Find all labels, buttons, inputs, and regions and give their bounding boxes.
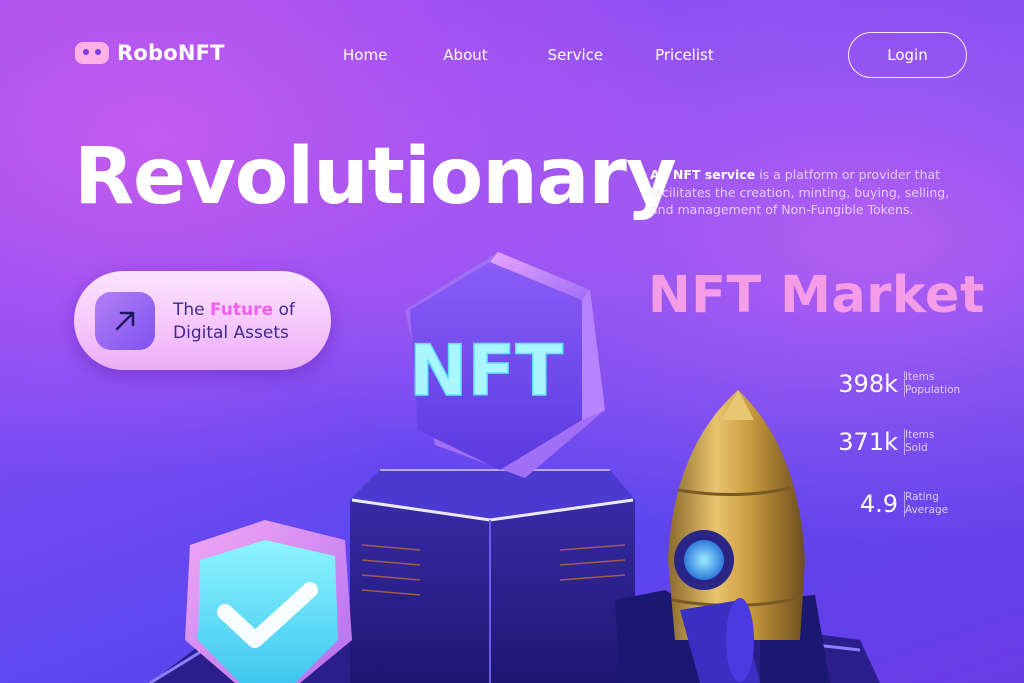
nft-block-text: NFT [409,330,563,412]
hero-subtitle: NFT Market [648,266,985,325]
stat-value: 398k [838,370,898,398]
nav-link-about[interactable]: About [443,46,487,64]
pill-highlight: Future [210,300,274,320]
pill-line-1-pre: The [173,300,211,320]
stat-label: Items Population [904,371,960,397]
pill-line-2: Digital Assets [173,323,289,343]
brand-name: RoboNFT [117,41,225,65]
pill-text: The Future of Digital Assets [173,299,295,345]
stat-item: 4.9 Rating Average [820,490,948,518]
future-pill[interactable]: The Future of Digital Assets [74,271,331,370]
base-platform [150,610,880,683]
arrow-up-right-icon [95,292,155,350]
rocket [615,390,830,683]
nav-link-service[interactable]: Service [548,46,603,64]
brand-logo[interactable]: RoboNFT [75,41,225,65]
stat-item: 398k Items Population [820,370,960,398]
stat-label-line1: Items [905,429,935,441]
stat-label-line1: Rating [905,491,939,503]
stats-panel: 398k Items Population 371k Items Sold 4.9 … [820,370,980,530]
pill-line-1-post: of [273,300,295,320]
hero-title: Revolutionary [74,132,677,222]
login-button[interactable]: Login [848,32,967,78]
nft-hexagon: NFT [405,252,605,478]
pedestal [350,469,635,683]
top-nav: RoboNFT Home About Service Pricelist Log… [0,0,1024,110]
stat-value: 371k [838,428,898,456]
main-menu: Home About Service Pricelist [343,46,714,64]
description-bold: An NFT service [650,167,756,182]
stat-value: 4.9 [859,490,898,518]
robot-icon [75,42,109,64]
stat-label: Items Sold [904,429,934,455]
shield-check-icon [185,520,352,683]
hero-description: An NFT service is a platform or provider… [650,166,960,219]
stat-label-line2: Average [905,504,949,516]
stat-label-line1: Items [905,371,935,383]
stat-label: Rating Average [904,491,948,517]
pill-line-1: The Future of [173,299,295,322]
stat-item: 371k Items Sold [820,428,934,456]
stat-label-line2: Population [905,384,961,396]
nav-link-home[interactable]: Home [343,46,387,64]
nav-link-pricelist[interactable]: Pricelist [655,46,714,64]
stat-label-line2: Sold [905,442,928,454]
